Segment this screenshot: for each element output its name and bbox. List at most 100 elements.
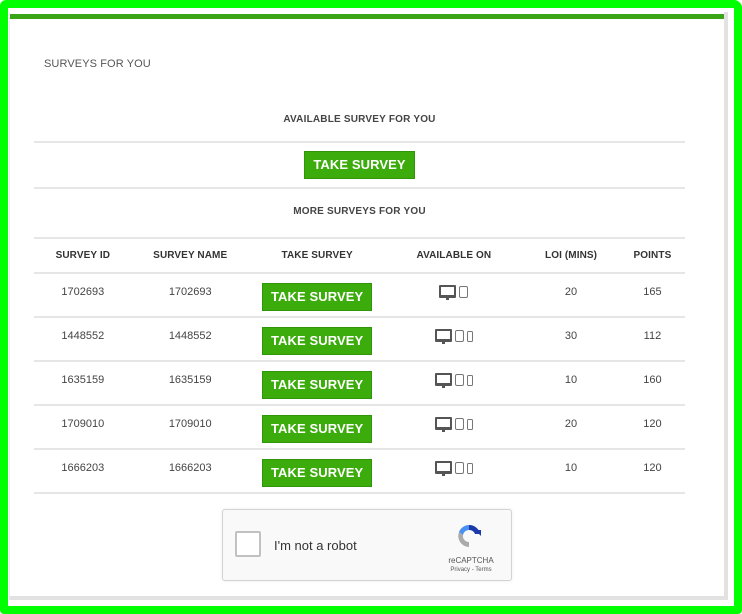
recaptcha-checkbox[interactable] bbox=[235, 531, 261, 557]
survey-id-cell: 1448552 bbox=[34, 317, 132, 362]
loi-value: 10 bbox=[564, 462, 578, 474]
recaptcha-label: I'm not a robot bbox=[274, 538, 357, 553]
recaptcha-logo-icon bbox=[458, 524, 481, 547]
available-on-cell bbox=[385, 449, 523, 494]
tablet-icon bbox=[454, 374, 464, 386]
take-survey-cell: TAKE SURVEY bbox=[248, 449, 386, 494]
recaptcha-widget: I'm not a robot reCAPTCHA Privacy - Term… bbox=[222, 509, 512, 581]
table-row: 1635159 1635159 TAKE SURVEY 10 160 bbox=[34, 361, 685, 406]
column-header-take-survey: TAKE SURVEY bbox=[248, 239, 386, 274]
column-header-survey-name: SURVEY NAME bbox=[131, 239, 249, 274]
points-value-cell: 160 bbox=[619, 361, 685, 406]
survey-name-cell: 1448552 bbox=[131, 317, 249, 362]
points-value: 112 bbox=[643, 330, 662, 342]
desktop-icon bbox=[434, 328, 452, 344]
survey-id: 1702693 bbox=[61, 286, 105, 298]
points-value-cell: 120 bbox=[619, 449, 685, 494]
survey-name: 1702693 bbox=[168, 286, 212, 298]
loi-value: 20 bbox=[564, 286, 578, 298]
available-on-cell bbox=[385, 273, 523, 318]
loi-value-cell: 10 bbox=[522, 449, 620, 494]
desktop-icon bbox=[434, 416, 452, 432]
recaptcha-brand: reCAPTCHA bbox=[448, 556, 494, 565]
points-value: 120 bbox=[643, 418, 662, 430]
tablet-icon bbox=[454, 330, 464, 342]
survey-id-cell: 1666203 bbox=[34, 449, 132, 494]
recaptcha-privacy-terms-link[interactable]: Privacy - Terms bbox=[441, 567, 501, 573]
take-survey-button[interactable]: TAKE SURVEY bbox=[261, 327, 373, 355]
survey-id: 1666203 bbox=[61, 462, 105, 474]
loi-value: 30 bbox=[564, 330, 578, 342]
points-value-cell: 112 bbox=[619, 317, 685, 362]
desktop-stand bbox=[441, 430, 445, 432]
available-survey-heading: AVAILABLE SURVEY FOR YOU bbox=[283, 114, 436, 125]
survey-id-cell: 1709010 bbox=[34, 405, 132, 450]
table-row: 1448552 1448552 TAKE SURVEY 30 112 bbox=[34, 317, 685, 362]
survey-name-cell: 1702693 bbox=[131, 273, 249, 318]
table-row: 1709010 1709010 TAKE SURVEY 20 120 bbox=[34, 405, 685, 450]
desktop-icon bbox=[434, 460, 452, 476]
column-header-survey-id: SURVEY ID bbox=[34, 239, 132, 274]
take-survey-wrap: TAKE SURVEY bbox=[249, 406, 386, 443]
take-survey-cell: TAKE SURVEY bbox=[248, 317, 386, 362]
table-row: 1702693 1702693 TAKE SURVEY 20 165 bbox=[34, 273, 685, 318]
available-on-cell bbox=[385, 405, 523, 450]
tablet-icon bbox=[454, 462, 464, 474]
phone-icon bbox=[466, 462, 473, 474]
loi-value: 20 bbox=[564, 418, 578, 430]
points-value-cell: 120 bbox=[619, 405, 685, 450]
take-survey-button[interactable]: TAKE SURVEY bbox=[261, 371, 373, 399]
phone-icon bbox=[466, 374, 473, 386]
take-survey-wrap: TAKE SURVEY bbox=[249, 318, 386, 355]
desktop-stand bbox=[441, 386, 445, 388]
page-title: SURVEYS FOR YOU bbox=[44, 58, 151, 70]
points-value: 160 bbox=[643, 374, 662, 386]
phone-icon bbox=[466, 330, 473, 342]
desktop-screen bbox=[434, 417, 452, 430]
tablet-icon bbox=[454, 418, 464, 430]
survey-id-cell: 1635159 bbox=[34, 361, 132, 406]
column-header-available-on: AVAILABLE ON bbox=[385, 239, 523, 274]
device-icons bbox=[439, 274, 469, 300]
take-survey-button[interactable]: TAKE SURVEY bbox=[261, 459, 373, 487]
table-row: 1666203 1666203 TAKE SURVEY 10 120 bbox=[34, 449, 685, 494]
device-icons bbox=[434, 362, 473, 388]
survey-name-cell: 1709010 bbox=[131, 405, 249, 450]
phone-icon bbox=[466, 418, 473, 430]
loi-value: 10 bbox=[564, 374, 578, 386]
surveys-content: AVAILABLE SURVEY FOR YOU TAKE SURVEY MOR… bbox=[34, 104, 685, 494]
column-header-loi: LOI (MINS) bbox=[522, 239, 620, 274]
take-survey-cell: TAKE SURVEY bbox=[248, 273, 386, 318]
surveys-table: SURVEY ID SURVEY NAME TAKE SURVEY AVAILA… bbox=[34, 239, 685, 494]
more-surveys-heading: MORE SURVEYS FOR YOU bbox=[293, 206, 426, 217]
survey-name: 1666203 bbox=[168, 462, 212, 474]
take-survey-button-featured[interactable]: TAKE SURVEY bbox=[304, 151, 415, 179]
device-icons bbox=[434, 406, 473, 432]
survey-id: 1635159 bbox=[61, 374, 105, 386]
desktop-icon bbox=[434, 372, 452, 388]
loi-value-cell: 10 bbox=[522, 361, 620, 406]
desktop-stand bbox=[441, 342, 445, 344]
take-survey-button[interactable]: TAKE SURVEY bbox=[261, 415, 373, 443]
table-header-row: SURVEY ID SURVEY NAME TAKE SURVEY AVAILA… bbox=[34, 239, 685, 274]
tablet-icon bbox=[459, 286, 469, 298]
desktop-screen bbox=[434, 373, 452, 386]
survey-name: 1709010 bbox=[168, 418, 212, 430]
device-icons bbox=[434, 318, 473, 344]
points-value: 120 bbox=[643, 462, 662, 474]
desktop-screen bbox=[434, 461, 452, 474]
points-value: 165 bbox=[643, 286, 662, 298]
loi-value-cell: 20 bbox=[522, 405, 620, 450]
points-value-cell: 165 bbox=[619, 273, 685, 318]
desktop-stand bbox=[446, 298, 450, 300]
survey-id: 1448552 bbox=[61, 330, 105, 342]
take-survey-wrap: TAKE SURVEY bbox=[249, 362, 386, 399]
desktop-icon bbox=[439, 284, 457, 300]
desktop-stand bbox=[441, 474, 445, 476]
loi-value-cell: 30 bbox=[522, 317, 620, 362]
desktop-screen bbox=[439, 285, 457, 298]
available-on-cell bbox=[385, 361, 523, 406]
desktop-screen bbox=[434, 329, 452, 342]
device-icons bbox=[434, 450, 473, 476]
take-survey-button[interactable]: TAKE SURVEY bbox=[261, 283, 373, 311]
